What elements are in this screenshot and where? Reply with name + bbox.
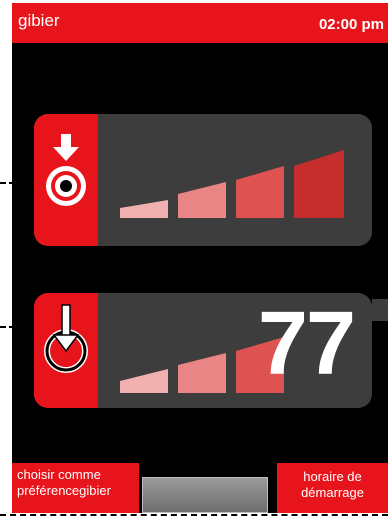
level-panel-top[interactable] xyxy=(34,114,372,246)
level-bar-1 xyxy=(120,369,168,393)
callout-arrowhead-bottom xyxy=(23,322,30,332)
softkey-bar: choisir comme préférencegibier horaire d… xyxy=(12,463,388,513)
level-bar-2 xyxy=(178,353,226,393)
target-arrow-icon xyxy=(46,134,86,206)
clock: 02:00 pm xyxy=(318,16,384,33)
value-readout: 77 xyxy=(257,294,356,394)
panel-icon-area xyxy=(34,293,98,408)
power-arrow-icon xyxy=(44,304,88,373)
level-bar-4 xyxy=(294,150,344,218)
callout-arrowhead-top xyxy=(23,178,30,188)
start-schedule-button[interactable]: horaire de démarrage xyxy=(277,463,388,513)
set-preference-button[interactable]: choisir comme préférencegibier xyxy=(12,463,139,513)
start-schedule-label-line2: démarrage xyxy=(301,485,364,500)
callout-pointer-top xyxy=(0,182,24,186)
start-schedule-label-line1: horaire de xyxy=(303,469,362,484)
level-panel-bottom[interactable]: 77 xyxy=(34,293,372,408)
set-preference-label-line2: préférencegibier xyxy=(17,483,111,498)
panel-icon-area xyxy=(34,114,98,246)
level-bar-2 xyxy=(178,182,226,218)
header-bar: gibier 02:00 pm xyxy=(12,3,388,43)
level-bar-3 xyxy=(236,166,284,218)
level-bars-top xyxy=(120,150,344,218)
set-preference-label-line1: choisir comme xyxy=(17,467,101,482)
center-softkey-button[interactable] xyxy=(142,477,268,513)
device-screen: gibier 02:00 pm 77 choisir comme préfére… xyxy=(12,3,388,513)
level-bar-1 xyxy=(120,200,168,218)
page-title: gibier xyxy=(18,11,60,30)
panel-notch xyxy=(372,299,388,321)
callout-baseline xyxy=(0,514,388,516)
callout-pointer-bottom xyxy=(0,326,24,330)
